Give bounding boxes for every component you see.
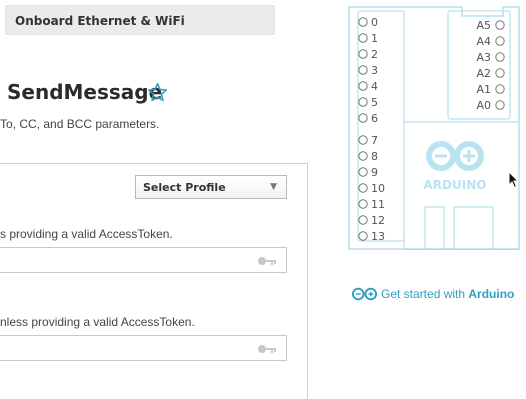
digital-pin-0[interactable]	[358, 17, 368, 27]
digital-pin-9[interactable]	[358, 167, 368, 177]
analog-pin-label: A3	[476, 51, 491, 64]
digital-pin-8[interactable]	[358, 151, 368, 161]
digital-pin-label: 0	[371, 16, 378, 29]
digital-pin-7[interactable]	[358, 135, 368, 145]
chevron-down-icon: ▼	[270, 182, 277, 192]
digital-pin-1[interactable]	[358, 33, 368, 43]
key-icon[interactable]	[257, 344, 277, 354]
digital-pin-label: 13	[371, 230, 385, 243]
digital-pin-label: 12	[371, 214, 385, 227]
access-token-input-1[interactable]	[0, 247, 287, 273]
digital-pin-6[interactable]	[358, 113, 368, 123]
get-started-brand: Arduino	[468, 287, 515, 301]
digital-pin-label: 9	[371, 166, 378, 179]
get-started-link[interactable]: Get started with Arduino	[381, 287, 514, 301]
profile-select-value: Select Profile	[143, 181, 226, 194]
digital-pin-label: 6	[371, 112, 378, 125]
analog-pin-A4[interactable]	[495, 36, 505, 46]
choreo-description: To, CC, and BCC parameters.	[0, 117, 160, 131]
digital-pin-label: 3	[371, 64, 378, 77]
analog-pin-label: A2	[476, 67, 491, 80]
digital-pin-label: 4	[371, 80, 378, 93]
key-icon[interactable]	[257, 256, 277, 266]
component-left	[424, 206, 445, 250]
access-token-input-2[interactable]	[0, 335, 287, 361]
arduino-logo-icon	[426, 141, 484, 171]
arduino-board-diagram: ARDUINO 012345678910111213A5A4A3A2A1A0	[348, 6, 520, 250]
digital-pin-5[interactable]	[358, 97, 368, 107]
analog-pin-A1[interactable]	[495, 84, 505, 94]
arduino-infinity-icon	[351, 287, 378, 301]
mouse-cursor-icon	[508, 171, 519, 189]
digital-pin-11[interactable]	[358, 199, 368, 209]
analog-pin-label: A5	[476, 19, 491, 32]
analog-pin-A3[interactable]	[495, 52, 505, 62]
analog-pin-label: A4	[476, 35, 491, 48]
digital-pin-label: 7	[371, 134, 378, 147]
digital-pin-label: 10	[371, 182, 385, 195]
analog-pin-A2[interactable]	[495, 68, 505, 78]
board-tag: Onboard Ethernet & WiFi	[5, 5, 275, 35]
digital-pin-3[interactable]	[358, 65, 368, 75]
digital-pin-label: 11	[371, 198, 385, 211]
favorite-star-icon[interactable]	[147, 82, 168, 103]
digital-pin-label: 1	[371, 32, 378, 45]
digital-pin-10[interactable]	[358, 183, 368, 193]
digital-pin-4[interactable]	[358, 81, 368, 91]
digital-pin-13[interactable]	[358, 231, 368, 241]
digital-pin-label: 5	[371, 96, 378, 109]
choreo-title: SendMessage	[7, 80, 163, 104]
digital-pin-12[interactable]	[358, 215, 368, 225]
digital-pin-label: 8	[371, 150, 378, 163]
field-label-1: s providing a valid AccessToken.	[0, 227, 173, 241]
analog-pin-A5[interactable]	[495, 20, 505, 30]
digital-pin-label: 2	[371, 48, 378, 61]
digital-pin-2[interactable]	[358, 49, 368, 59]
arduino-logo-text: ARDUINO	[424, 178, 487, 192]
analog-pin-A0[interactable]	[495, 100, 505, 110]
component-right	[453, 206, 494, 250]
field-label-2: nless providing a valid AccessToken.	[0, 315, 195, 329]
analog-pin-label: A1	[476, 83, 491, 96]
get-started-prefix: Get started with	[381, 287, 469, 301]
profile-select[interactable]: Select Profile ▼	[135, 175, 287, 199]
analog-pin-label: A0	[476, 99, 491, 112]
